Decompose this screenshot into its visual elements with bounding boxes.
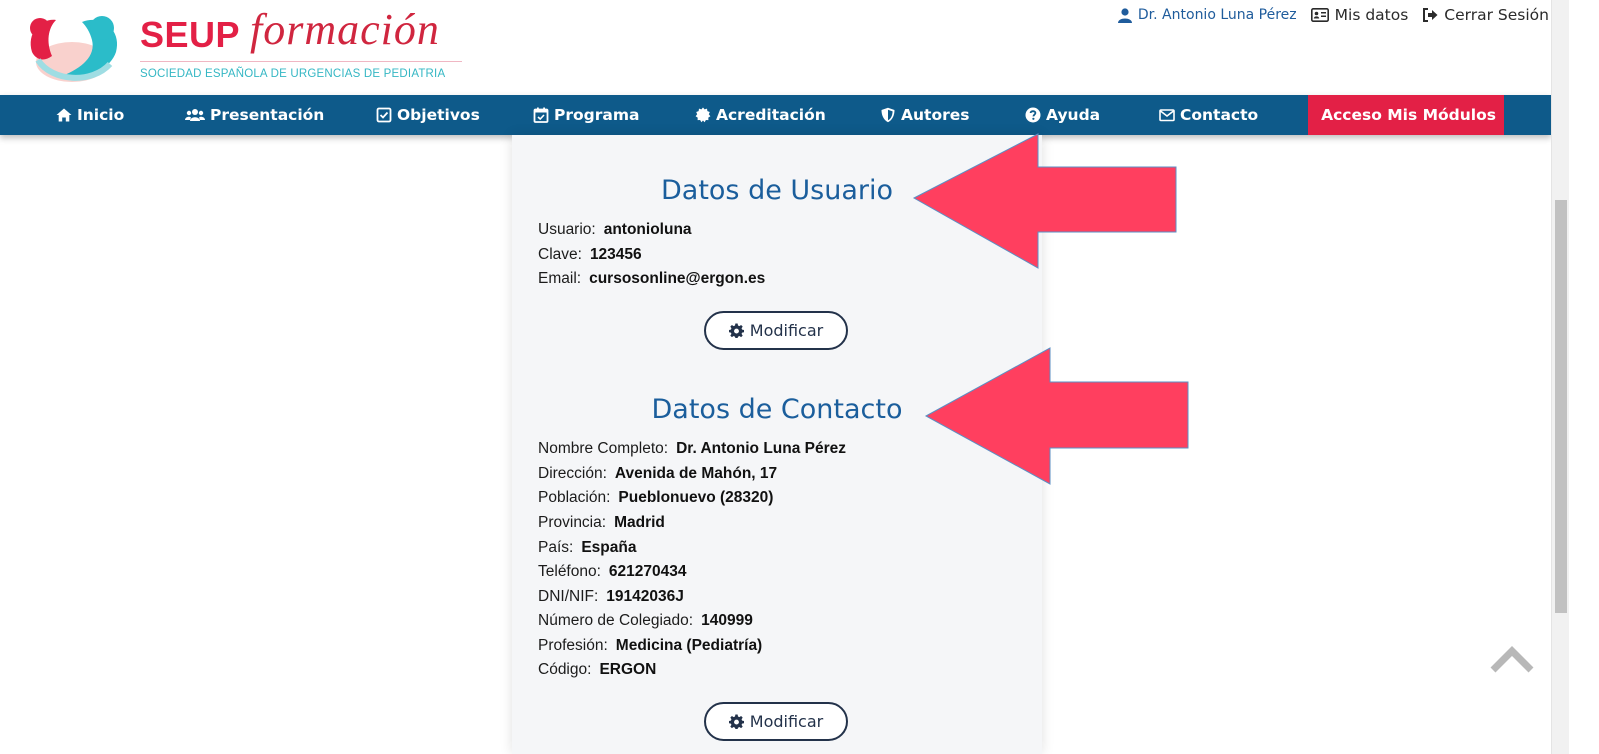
field-pais: País: España [538,539,636,557]
field-dni-value: 19142036J [606,588,684,605]
gear-icon [728,323,744,338]
logo-seup-text: SEUP [140,14,241,55]
field-provincia-label: Provincia: [538,514,607,531]
home-icon [56,108,72,122]
envelope-icon [1159,109,1175,122]
nav-item-inicio[interactable]: Inicio [56,95,124,135]
field-provincia-value: Madrid [614,514,665,531]
scrollbar-thumb[interactable] [1555,200,1567,613]
field-poblacion: Población: Pueblonuevo (28320) [538,489,773,507]
field-codigo-label: Código: [538,661,592,678]
field-usuario-value: antonioluna [603,221,692,238]
nav-label-acceso-mis-modulos: Acceso Mis Módulos [1321,106,1496,124]
user-name-label: Dr. Antonio Luna Pérez [1137,7,1297,23]
field-codigo: Código: ERGON [538,661,656,679]
calendar-check-icon [533,107,549,123]
shield-icon [881,107,895,123]
nav-label-objetivos: Objetivos [397,106,480,124]
sign-out-icon [1423,8,1438,22]
nav-label-programa: Programa [554,106,640,124]
logo-divider [140,61,462,62]
field-clave-value: 123456 [589,246,642,263]
site-header: SEUP formación SOCIEDAD ESPAÑOLA DE URGE… [0,0,1583,96]
mis-datos-link[interactable]: Mis datos [1310,6,1409,24]
gear-icon [728,714,744,729]
nav-label-autores: Autores [901,106,970,124]
field-poblacion-label: Población: [538,489,611,506]
field-nombre-value: Dr. Antonio Luna Pérez [676,440,847,457]
field-numero-colegiado: Número de Colegiado: 140999 [538,612,753,630]
field-clave-label: Clave: [538,246,582,263]
field-codigo-value: ERGON [599,661,657,678]
modify-contact-data-button[interactable]: Modificar [704,702,848,741]
nav-item-ayuda[interactable]: Ayuda [1025,95,1100,135]
field-dni-nif: DNI/NIF: 19142036J [538,588,684,606]
modify-user-data-label: Modificar [749,321,824,340]
check-square-icon [376,107,392,123]
nav-label-presentacion: Presentación [210,106,325,124]
field-direccion-value: Avenida de Mahón, 17 [614,465,778,482]
field-usuario: Usuario: antonioluna [538,221,692,239]
logo-subtitle: SOCIEDAD ESPAÑOLA DE URGENCIAS DE PEDIAT… [140,68,446,80]
users-icon [185,109,205,121]
user-links: Dr. Antonio Luna Pérez Mis datos Cerrar … [1117,6,1549,24]
question-circle-icon [1025,107,1041,123]
field-telefono: Teléfono: 621270434 [538,563,687,581]
back-to-top-chevron-icon[interactable] [1490,644,1534,674]
annotation-arrow-user-data [912,133,1177,269]
id-card-icon [1310,8,1329,22]
field-profesion-value: Medicina (Pediatría) [615,637,763,654]
field-poblacion-value: Pueblonuevo (28320) [618,489,774,506]
field-email: Email: cursosonline@ergon.es [538,270,765,288]
cerrar-sesion-label: Cerrar Sesión [1444,6,1549,24]
field-dni-label: DNI/NIF: [538,588,599,605]
mis-datos-label: Mis datos [1334,6,1409,24]
field-direccion: Dirección: Avenida de Mahón, 17 [538,465,777,483]
field-pais-label: País: [538,539,574,556]
nav-item-acreditacion[interactable]: Acreditación [695,95,826,135]
main-nav: Inicio Presentación Objetivos Programa A… [0,95,1551,135]
field-email-label: Email: [538,270,582,287]
nav-label-ayuda: Ayuda [1046,106,1101,124]
nav-item-autores[interactable]: Autores [880,95,969,135]
modify-contact-data-label: Modificar [749,712,824,731]
nav-item-contacto[interactable]: Contacto [1159,95,1258,135]
field-pais-value: España [581,539,637,556]
nav-item-acceso-mis-modulos[interactable]: Acceso Mis Módulos [1308,95,1504,135]
nav-label-contacto: Contacto [1180,106,1259,124]
nav-item-presentacion[interactable]: Presentación [185,95,324,135]
field-colegiado-value: 140999 [701,612,753,629]
field-usuario-label: Usuario: [538,221,596,238]
field-email-value: cursosonline@ergon.es [589,270,766,287]
nav-label-inicio: Inicio [77,106,125,124]
field-profesion: Profesión: Medicina (Pediatría) [538,637,762,655]
field-nombre-label: Nombre Completo: [538,440,669,457]
annotation-arrow-contact-data [924,347,1189,485]
certificate-icon [695,107,711,123]
seup-logo-icon [30,16,118,82]
seup-logo[interactable]: SEUP formación SOCIEDAD ESPAÑOLA DE URGE… [18,5,462,88]
field-clave: Clave: 123456 [538,246,642,264]
cerrar-sesion-link[interactable]: Cerrar Sesión [1422,6,1549,24]
field-provincia: Provincia: Madrid [538,514,665,532]
nav-label-acreditacion: Acreditación [716,106,826,124]
nav-item-programa[interactable]: Programa [533,95,639,135]
field-profesion-label: Profesión: [538,637,608,654]
nav-item-objetivos[interactable]: Objetivos [376,95,480,135]
field-telefono-label: Teléfono: [538,563,601,580]
user-icon [1117,7,1132,23]
logo-formacion-text: formación [250,5,440,54]
user-name-link[interactable]: Dr. Antonio Luna Pérez [1117,7,1297,23]
field-nombre-completo: Nombre Completo: Dr. Antonio Luna Pérez [538,440,846,458]
page-scrollbar[interactable] [1551,0,1569,754]
field-direccion-label: Dirección: [538,465,607,482]
modify-user-data-button[interactable]: Modificar [704,311,848,350]
field-telefono-value: 621270434 [608,563,687,580]
field-colegiado-label: Número de Colegiado: [538,612,694,629]
